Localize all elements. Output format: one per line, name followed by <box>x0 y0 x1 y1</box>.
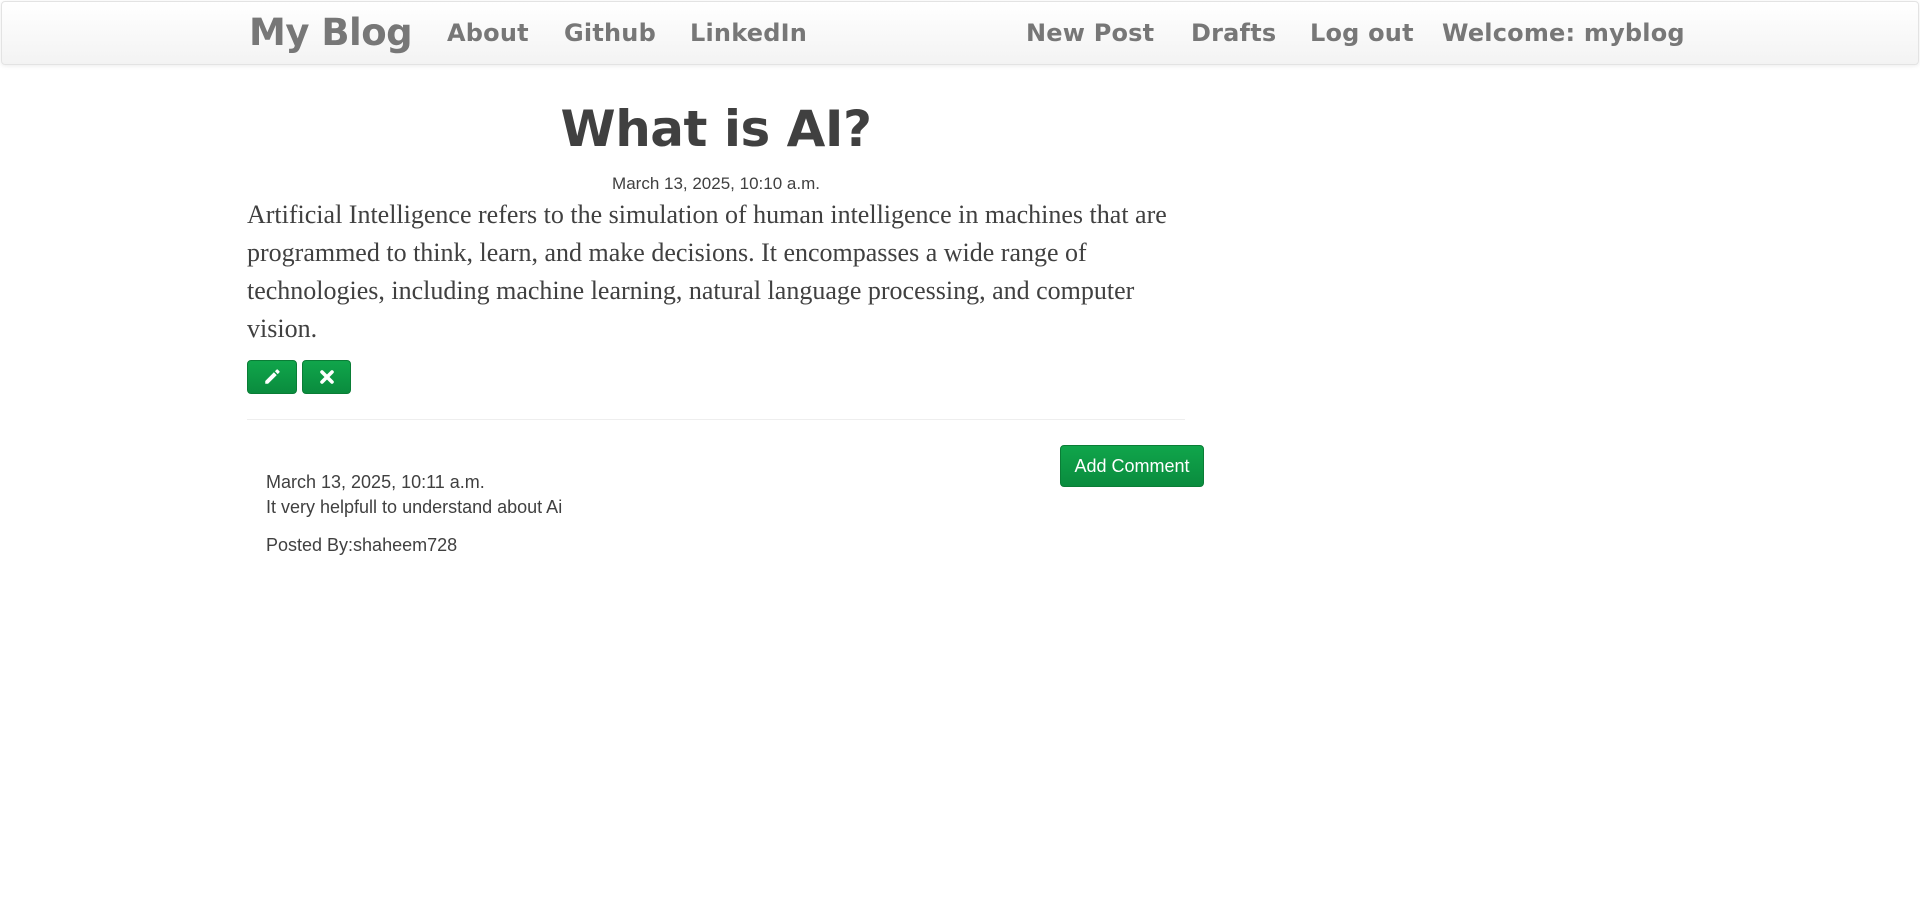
add-comment-button[interactable]: Add Comment <box>1060 445 1204 487</box>
top-navbar: My Blog About Github LinkedIn New Post D… <box>1 1 1919 65</box>
comment-text: It very helpfull to understand about Ai <box>266 497 563 517</box>
nav-drafts-link[interactable]: Drafts <box>1191 2 1276 64</box>
nav-new-post-link[interactable]: New Post <box>1026 2 1154 64</box>
delete-post-button[interactable] <box>302 360 351 394</box>
nav-logout-link[interactable]: Log out <box>1310 2 1414 64</box>
times-icon <box>319 369 335 385</box>
nav-welcome-link[interactable]: Welcome: myblog <box>1442 2 1685 64</box>
post-body: Artificial Intelligence refers to the si… <box>247 200 1167 343</box>
nav-github-link[interactable]: Github <box>564 2 656 64</box>
section-divider <box>247 419 1185 420</box>
post-title: What is AI? <box>560 100 872 158</box>
comment-author: Posted By:shaheem728 <box>266 535 458 555</box>
nav-about-link[interactable]: About <box>447 2 529 64</box>
comment-date: March 13, 2025, 10:11 a.m. <box>266 472 485 492</box>
pencil-icon <box>263 368 281 386</box>
post-date: March 13, 2025, 10:10 a.m. <box>612 174 820 193</box>
edit-post-button[interactable] <box>247 360 297 394</box>
nav-linkedin-link[interactable]: LinkedIn <box>690 2 807 64</box>
brand-link[interactable]: My Blog <box>249 2 413 64</box>
